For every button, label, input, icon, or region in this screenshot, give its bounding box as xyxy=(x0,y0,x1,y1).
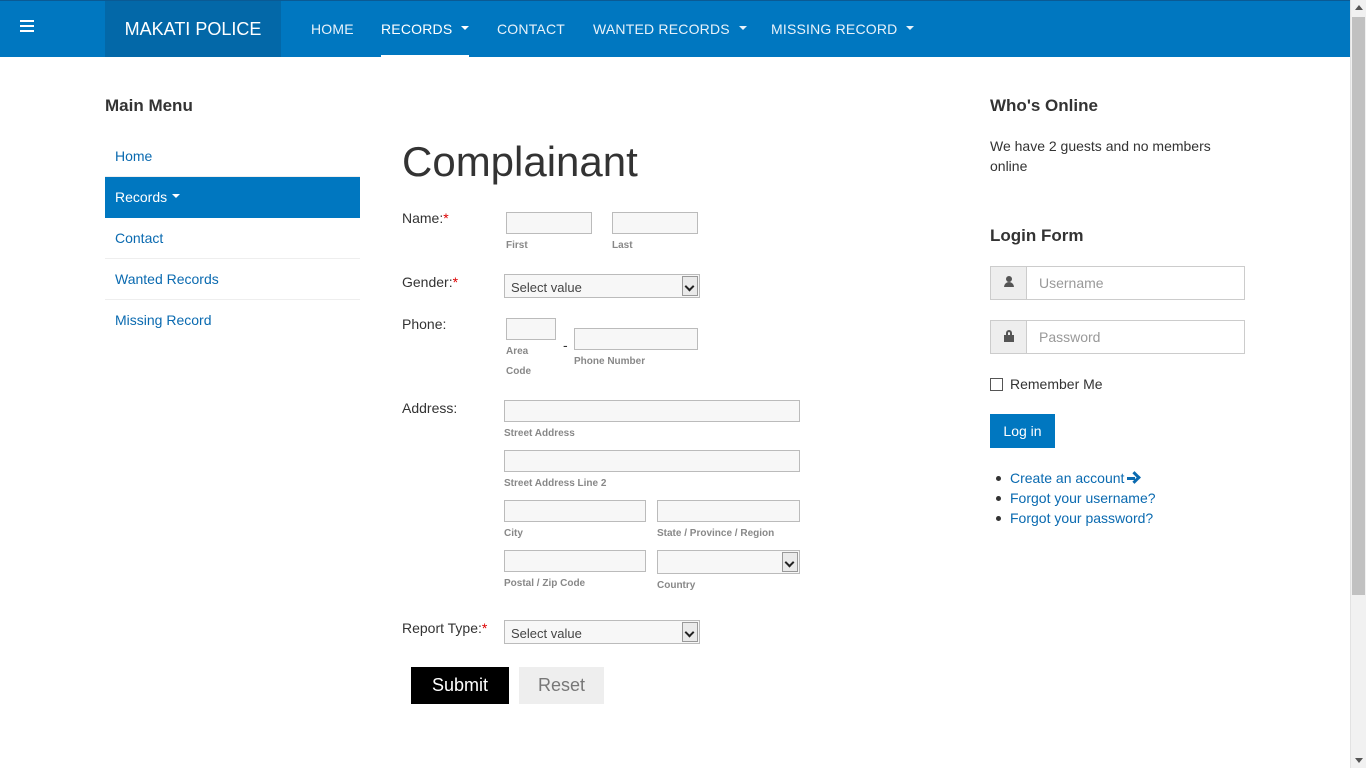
street-address-sublabel: Street Address xyxy=(504,428,575,439)
phone-number-input[interactable] xyxy=(574,328,698,350)
country-sublabel: Country xyxy=(657,580,696,591)
user-icon xyxy=(1004,276,1014,288)
scroll-down-arrow-icon[interactable] xyxy=(1355,758,1363,763)
first-name-sublabel: First xyxy=(506,240,528,251)
arrow-right-icon xyxy=(1127,472,1139,484)
remember-me-label[interactable]: Remember Me xyxy=(1010,376,1103,392)
label-text: Report Type: xyxy=(402,620,482,636)
main-menu-title: Main Menu xyxy=(105,96,193,115)
last-name-sublabel: Last xyxy=(612,240,633,251)
top-navbar: MAKATI POLICE HOME RECORDS CONTACT WANTE… xyxy=(0,0,1350,57)
nav-item-label: CONTACT xyxy=(497,21,566,37)
phone-number-sublabel: Phone Number xyxy=(574,356,646,367)
country-select[interactable] xyxy=(657,550,800,574)
password-placeholder: Password xyxy=(1039,329,1101,345)
sidebar-item-label: Records xyxy=(115,189,168,205)
whos-online-text: We have 2 guests and no members online xyxy=(990,138,1211,174)
site-brand[interactable]: MAKATI POLICE xyxy=(105,1,281,57)
phone-separator: - xyxy=(563,337,568,353)
area-code-input[interactable] xyxy=(506,318,556,340)
dropdown-arrow-icon xyxy=(682,276,698,296)
required-marker: * xyxy=(481,620,488,636)
state-sublabel: State / Province / Region xyxy=(657,528,775,539)
report-type-label: Report Type:* xyxy=(402,620,487,636)
scroll-thumb[interactable] xyxy=(1352,17,1365,595)
nav-item-label: MISSING RECORD xyxy=(771,21,898,37)
nav-item-contact[interactable]: CONTACT xyxy=(497,1,565,57)
hamburger-menu-icon[interactable] xyxy=(20,20,34,38)
city-sublabel: City xyxy=(504,528,523,539)
sidebar-item-wanted-records[interactable]: Wanted Records xyxy=(105,259,360,300)
login-form-title: Login Form xyxy=(990,226,1084,245)
label-text: Gender: xyxy=(402,274,453,290)
postal-code-sublabel: Postal / Zip Code xyxy=(504,578,586,589)
city-input[interactable] xyxy=(504,500,646,522)
sidebar-item-missing-record[interactable]: Missing Record xyxy=(105,300,360,341)
page-title: Complainant xyxy=(402,138,638,185)
nav-item-wanted-records[interactable]: WANTED RECORDS xyxy=(593,1,747,57)
scroll-up-arrow-icon[interactable] xyxy=(1355,5,1363,10)
gender-label: Gender:* xyxy=(402,274,458,290)
address-label: Address: xyxy=(402,400,458,416)
username-input[interactable]: Username xyxy=(990,266,1245,300)
name-label: Name:* xyxy=(402,210,449,226)
link-text: Create an account xyxy=(1010,470,1125,486)
nav-item-label: HOME xyxy=(311,21,354,37)
nav-item-missing-record[interactable]: MISSING RECORD xyxy=(771,1,915,57)
reset-button[interactable]: Reset xyxy=(519,667,604,704)
sidebar-item-contact[interactable]: Contact xyxy=(105,218,360,259)
caret-down-icon xyxy=(738,26,747,31)
forgot-username-link[interactable]: Forgot your username? xyxy=(996,488,1156,508)
nav-item-label: WANTED RECORDS xyxy=(593,21,730,37)
caret-down-icon xyxy=(172,194,181,199)
username-addon xyxy=(991,267,1027,299)
phone-label: Phone: xyxy=(402,316,447,332)
sublabel-line: Code xyxy=(506,366,531,377)
sublabel-line: Area xyxy=(506,346,529,357)
street-address-2-sublabel: Street Address Line 2 xyxy=(504,478,607,489)
nav-item-records[interactable]: RECORDS xyxy=(381,1,470,57)
whos-online-title: Who's Online xyxy=(990,96,1098,115)
area-code-sublabel: Area Code xyxy=(506,342,531,382)
required-marker: * xyxy=(452,274,459,290)
street-address-input[interactable] xyxy=(504,400,800,422)
sidebar-item-records[interactable]: Records xyxy=(105,177,360,218)
last-name-input[interactable] xyxy=(612,212,698,234)
gender-select[interactable]: Select value xyxy=(504,274,700,298)
gender-select-value: Select value xyxy=(511,280,582,295)
state-input[interactable] xyxy=(657,500,800,522)
postal-code-input[interactable] xyxy=(504,550,646,572)
dropdown-arrow-icon xyxy=(682,622,698,642)
main-menu: Home Records Contact Wanted Records Miss… xyxy=(105,136,360,341)
street-address-2-input[interactable] xyxy=(504,450,800,472)
login-links: Create an account Forgot your username? … xyxy=(996,468,1156,528)
report-type-select[interactable]: Select value xyxy=(504,620,700,644)
username-placeholder: Username xyxy=(1039,275,1104,291)
dropdown-arrow-icon xyxy=(782,552,798,572)
remember-me-checkbox[interactable] xyxy=(990,378,1003,391)
first-name-input[interactable] xyxy=(506,212,592,234)
caret-down-icon xyxy=(906,26,915,31)
nav-item-label: RECORDS xyxy=(381,21,453,37)
nav-item-home[interactable]: HOME xyxy=(311,1,354,57)
label-text: Name: xyxy=(402,210,444,226)
sidebar-item-home[interactable]: Home xyxy=(105,136,360,177)
login-button[interactable]: Log in xyxy=(990,414,1055,448)
create-account-link[interactable]: Create an account xyxy=(996,468,1156,488)
password-addon xyxy=(991,321,1027,353)
lock-icon xyxy=(1004,330,1014,342)
forgot-password-link[interactable]: Forgot your password? xyxy=(996,508,1156,528)
caret-down-icon xyxy=(461,26,470,31)
required-marker: * xyxy=(443,210,449,226)
page-scrollbar[interactable] xyxy=(1350,0,1366,768)
password-input[interactable]: Password xyxy=(990,320,1245,354)
submit-button[interactable]: Submit xyxy=(411,667,509,704)
report-type-select-value: Select value xyxy=(511,626,582,641)
